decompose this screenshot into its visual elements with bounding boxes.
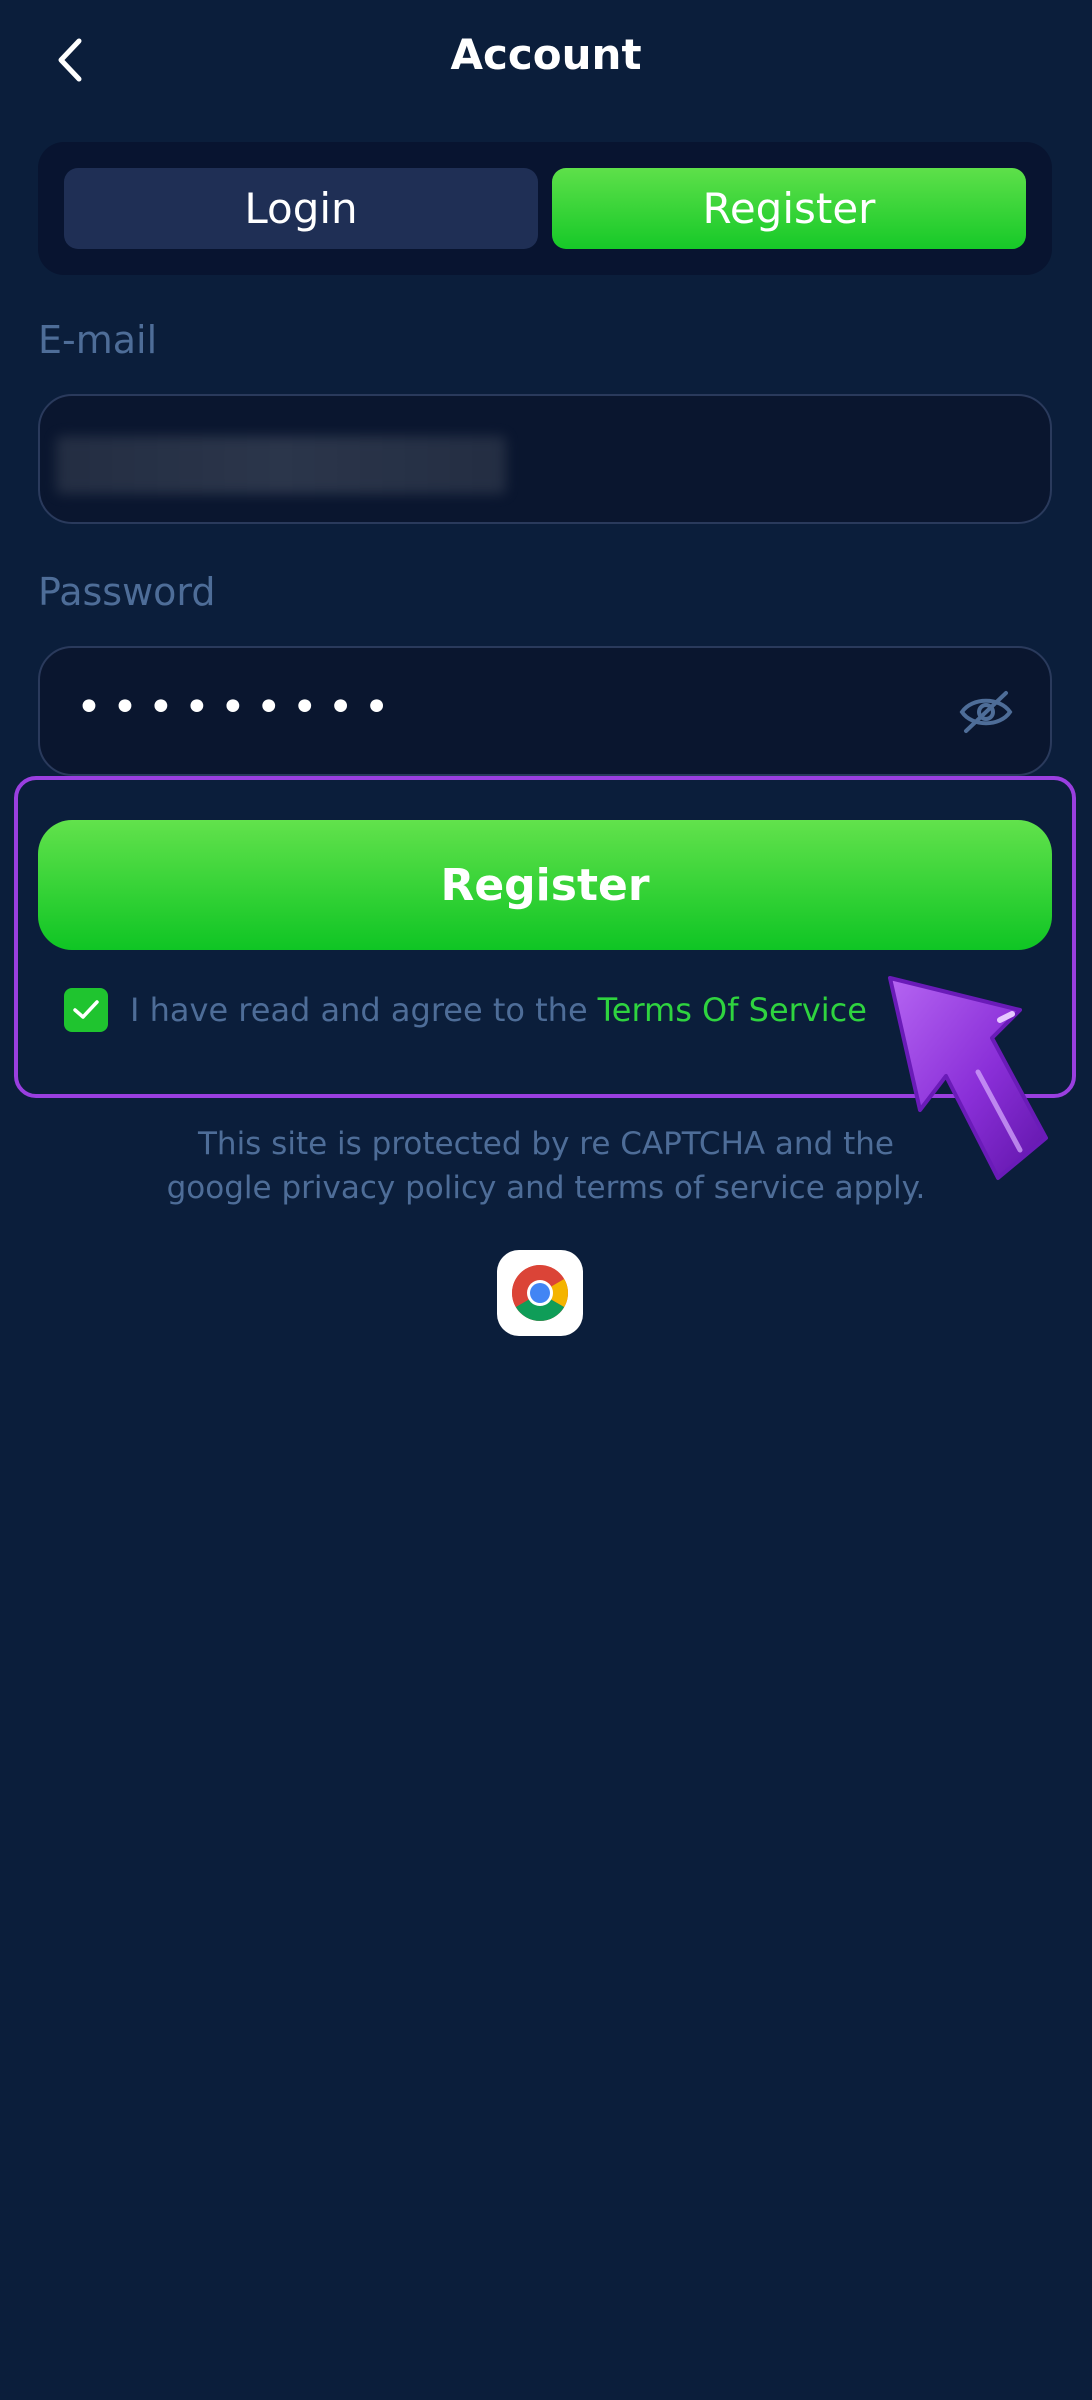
email-field[interactable]: [38, 394, 1052, 524]
email-label: E-mail: [38, 318, 158, 362]
chrome-icon: [512, 1265, 568, 1321]
agree-checkbox[interactable]: [64, 988, 108, 1032]
checkmark-icon: [73, 1000, 99, 1019]
register-button[interactable]: Register: [38, 820, 1052, 950]
password-field[interactable]: •••••••••: [38, 646, 1052, 776]
agreement-row: I have read and agree to the Terms Of Se…: [64, 988, 867, 1032]
tab-login[interactable]: Login: [64, 168, 538, 249]
password-visibility-toggle[interactable]: [956, 684, 1016, 740]
agreement-text: I have read and agree to the: [130, 991, 588, 1029]
auth-tabs: Login Register: [38, 142, 1052, 275]
email-value-obscured: [56, 436, 506, 494]
pointer-arrow-icon: [888, 976, 1048, 1180]
chrome-app-button[interactable]: [497, 1250, 583, 1336]
password-label: Password: [38, 570, 216, 614]
terms-of-service-link[interactable]: Terms Of Service: [598, 991, 867, 1029]
password-value: •••••••••: [76, 682, 400, 733]
tab-register[interactable]: Register: [552, 168, 1026, 249]
eye-off-icon: [959, 691, 1013, 733]
page-title: Account: [450, 30, 642, 79]
account-screen: Account Login Register E-mail Password •…: [0, 0, 1092, 2400]
header: Account: [0, 0, 1092, 125]
